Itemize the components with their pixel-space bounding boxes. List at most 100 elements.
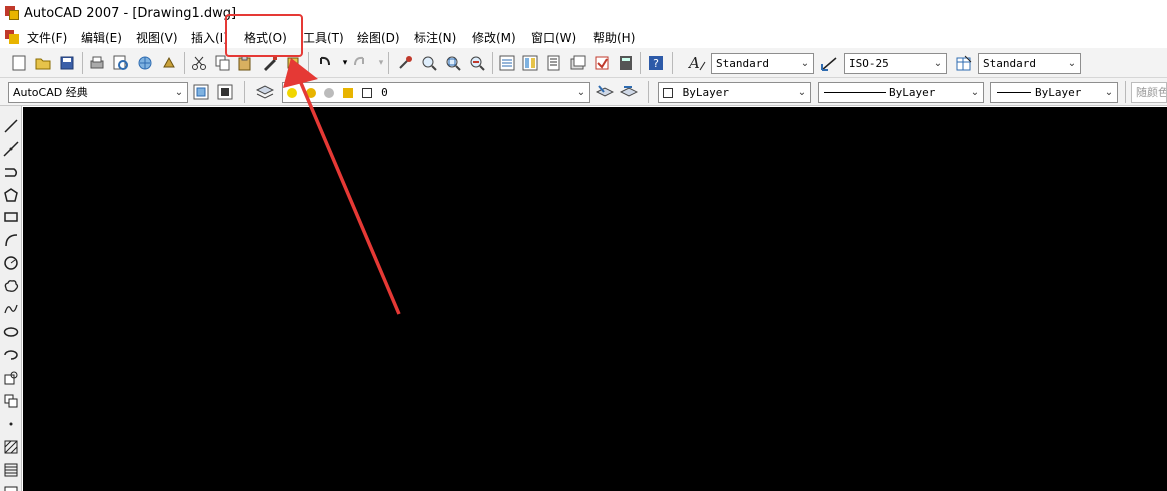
chevron-down-icon: ⌄ xyxy=(1104,87,1114,98)
lineweight-control-select[interactable]: ByLayer ⌄ xyxy=(990,82,1118,103)
insert-block-icon[interactable] xyxy=(1,368,21,388)
menu-modify[interactable]: 修改(M) xyxy=(471,29,517,47)
color-control-select[interactable]: ByLayer ⌄ xyxy=(658,82,811,103)
menu-dimension[interactable]: 标注(N) xyxy=(413,29,457,47)
save-icon[interactable] xyxy=(58,54,76,72)
cut-icon[interactable] xyxy=(190,54,208,72)
color-swatch xyxy=(663,88,673,98)
arc-icon[interactable] xyxy=(1,230,21,250)
title-bar: AutoCAD 2007 - [Drawing1.dwg] xyxy=(0,0,1167,26)
autocad-app-icon xyxy=(4,5,20,21)
workspace-settings-icon[interactable] xyxy=(192,83,210,101)
table-style-select[interactable]: Standard ⌄ xyxy=(978,53,1081,74)
spline-icon[interactable] xyxy=(1,299,21,319)
plot-style-value: 随颜色 xyxy=(1136,86,1167,99)
calculator-icon[interactable] xyxy=(617,54,635,72)
polyline-icon[interactable] xyxy=(1,162,21,182)
polygon-icon[interactable] xyxy=(1,185,21,205)
point-icon[interactable] xyxy=(1,414,21,434)
region-icon[interactable] xyxy=(1,483,21,491)
menu-tools[interactable]: 工具(T) xyxy=(302,29,345,47)
help-icon[interactable]: ? xyxy=(647,54,665,72)
plot-icon[interactable] xyxy=(88,54,106,72)
menu-view[interactable]: 视图(V) xyxy=(135,29,179,47)
chevron-down-icon: ⌄ xyxy=(174,87,184,98)
3d-dwf-icon[interactable] xyxy=(160,54,178,72)
lineweight-value: ByLayer xyxy=(1035,86,1082,99)
save-workspace-icon[interactable] xyxy=(216,83,234,101)
workspace-select[interactable]: AutoCAD 经典 ⌄ xyxy=(8,82,188,103)
menu-draw[interactable]: 绘图(D) xyxy=(356,29,401,47)
drawing-canvas[interactable] xyxy=(23,107,1167,491)
line-icon[interactable] xyxy=(1,116,21,136)
svg-text:?: ? xyxy=(653,57,659,70)
draw-toolbar xyxy=(0,106,22,491)
make-object-layer-current-icon[interactable] xyxy=(596,83,614,101)
publish-icon[interactable] xyxy=(136,54,154,72)
make-block-icon[interactable] xyxy=(1,391,21,411)
tool-palettes-icon[interactable] xyxy=(545,54,563,72)
redo-icon[interactable] xyxy=(350,54,368,72)
undo-icon[interactable] xyxy=(316,54,334,72)
dim-style-icon[interactable] xyxy=(820,54,838,72)
pan-icon[interactable] xyxy=(396,54,414,72)
layers-properties-toolbar: AutoCAD 经典 ⌄ 0 ⌄ ByLayer ⌄ ByLayer ⌄ ByL… xyxy=(0,78,1167,106)
chevron-down-icon: ⌄ xyxy=(797,87,807,98)
open-icon[interactable] xyxy=(34,54,52,72)
layer-thaw-icon xyxy=(305,88,316,98)
zoom-previous-icon[interactable] xyxy=(468,54,486,72)
menu-edit[interactable]: 编辑(E) xyxy=(80,29,123,47)
properties-icon[interactable] xyxy=(498,54,516,72)
window-title: AutoCAD 2007 - [Drawing1.dwg] xyxy=(24,5,237,21)
color-value: ByLayer xyxy=(682,86,729,99)
linetype-control-select[interactable]: ByLayer ⌄ xyxy=(818,82,984,103)
new-icon[interactable] xyxy=(10,54,28,72)
layer-lock-icon xyxy=(342,88,353,98)
ellipse-icon[interactable] xyxy=(1,322,21,342)
plot-preview-icon[interactable] xyxy=(112,54,130,72)
linetype-preview xyxy=(824,92,886,93)
table-style-icon[interactable] xyxy=(955,54,973,72)
text-style-value: Standard xyxy=(716,57,769,70)
plot-style-select[interactable]: 随颜色 xyxy=(1131,82,1167,103)
zoom-realtime-icon[interactable] xyxy=(420,54,438,72)
zoom-window-icon[interactable] xyxy=(444,54,462,72)
linetype-value: ByLayer xyxy=(889,86,936,99)
chevron-down-icon: ⌄ xyxy=(800,58,810,69)
workspace-value: AutoCAD 经典 xyxy=(13,86,88,99)
hatch-icon[interactable] xyxy=(1,437,21,457)
gradient-icon[interactable] xyxy=(1,460,21,480)
annotation-highlight-box xyxy=(225,14,303,57)
rectangle-icon[interactable] xyxy=(1,207,21,227)
markup-set-manager-icon[interactable] xyxy=(593,54,611,72)
layer-color-swatch xyxy=(361,88,372,98)
circle-icon[interactable] xyxy=(1,253,21,273)
svg-text:A: A xyxy=(688,54,700,72)
layer-on-icon xyxy=(287,88,297,98)
layer-select[interactable]: 0 ⌄ xyxy=(282,82,590,103)
design-center-icon[interactable] xyxy=(521,54,539,72)
layer-previous-icon[interactable] xyxy=(620,83,638,101)
sheet-set-manager-icon[interactable] xyxy=(569,54,587,72)
dim-style-select[interactable]: ISO-25 ⌄ xyxy=(844,53,947,74)
chevron-down-icon: ⌄ xyxy=(576,87,586,98)
text-style-icon[interactable]: A xyxy=(688,54,706,72)
table-style-value: Standard xyxy=(983,57,1036,70)
menu-insert[interactable]: 插入(I) xyxy=(190,29,229,47)
menu-help[interactable]: 帮助(H) xyxy=(592,29,636,47)
revision-cloud-icon[interactable] xyxy=(1,276,21,296)
menu-file[interactable]: 文件(F) xyxy=(26,29,68,47)
chevron-down-icon: ⌄ xyxy=(933,58,943,69)
chevron-down-icon: ⌄ xyxy=(970,87,980,98)
dim-style-value: ISO-25 xyxy=(849,57,889,70)
text-style-select[interactable]: Standard ⌄ xyxy=(711,53,814,74)
ellipse-arc-icon[interactable] xyxy=(1,345,21,365)
lineweight-preview xyxy=(997,92,1031,93)
layer-properties-icon[interactable] xyxy=(256,83,274,101)
menu-bar: 文件(F) 编辑(E) 视图(V) 插入(I) 格式(O) 工具(T) 绘图(D… xyxy=(0,26,1167,48)
layer-viewport-icon xyxy=(324,88,335,98)
menu-window[interactable]: 窗口(W) xyxy=(530,29,577,47)
document-icon[interactable] xyxy=(5,30,19,44)
layer-value: 0 xyxy=(381,86,388,99)
construction-line-icon[interactable] xyxy=(1,139,21,159)
